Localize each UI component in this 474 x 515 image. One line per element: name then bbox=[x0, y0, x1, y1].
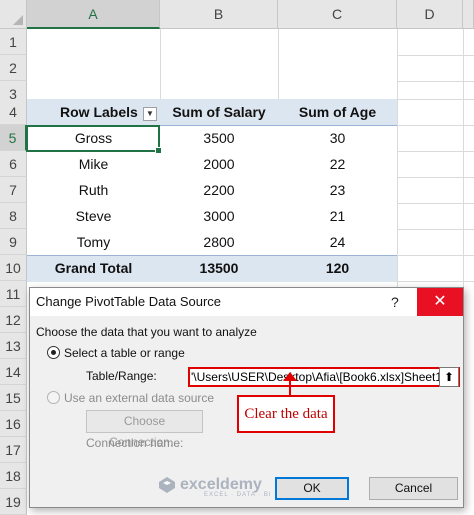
annotation-arrow-line bbox=[289, 379, 291, 395]
pivot-cell-salary[interactable]: 2200 bbox=[160, 177, 278, 203]
column-header-b[interactable]: B bbox=[160, 0, 278, 29]
row-header-12[interactable]: 12 bbox=[0, 307, 27, 333]
column-header-e[interactable] bbox=[463, 0, 474, 29]
row-header-13[interactable]: 13 bbox=[0, 333, 27, 359]
gridline bbox=[397, 255, 474, 256]
external-source-label[interactable]: Use an external data source bbox=[64, 391, 214, 405]
row-header-9[interactable]: 9 bbox=[0, 229, 27, 255]
gridline bbox=[397, 125, 474, 126]
select-table-label[interactable]: Select a table or range bbox=[64, 346, 185, 360]
pivot-cell-label[interactable]: Steve bbox=[27, 203, 160, 229]
row-header-18[interactable]: 18 bbox=[0, 463, 27, 489]
pivot-cell-label[interactable]: Tomy bbox=[27, 229, 160, 255]
gridline bbox=[397, 151, 474, 152]
choose-connection-button[interactable]: Choose Connection... bbox=[86, 410, 203, 449]
row-header-15[interactable]: 15 bbox=[0, 385, 27, 411]
row-header-4[interactable]: 4 bbox=[0, 99, 27, 125]
pivot-cell-salary[interactable]: 3500 bbox=[160, 125, 278, 151]
pivot-cell-label[interactable]: Mike bbox=[27, 151, 160, 177]
row-header-17[interactable]: 17 bbox=[0, 437, 27, 463]
gridline bbox=[278, 29, 279, 99]
dialog-title: Change PivotTable Data Source bbox=[36, 294, 222, 309]
gridline bbox=[397, 177, 474, 178]
select-all-triangle bbox=[13, 15, 23, 25]
gridline bbox=[397, 99, 474, 100]
row-labels-filter-dropdown[interactable]: ▼ bbox=[143, 107, 157, 121]
watermark-name: exceldemy bbox=[180, 476, 262, 493]
exceldemy-watermark: exceldemy EXCEL · DATA · BI bbox=[159, 476, 272, 498]
grand-total-label[interactable]: Grand Total bbox=[27, 255, 160, 281]
connection-name-label: Connection name: bbox=[86, 436, 184, 450]
grand-total-salary[interactable]: 13500 bbox=[160, 255, 278, 281]
gridline bbox=[463, 29, 464, 287]
collapse-dialog-icon[interactable]: ⬆ bbox=[439, 367, 459, 387]
gridline bbox=[397, 281, 474, 282]
row-header-10[interactable]: 10 bbox=[0, 255, 27, 281]
pivot-cell-age[interactable]: 30 bbox=[278, 125, 397, 151]
row-header-6[interactable]: 6 bbox=[0, 151, 27, 177]
gridline bbox=[160, 29, 161, 99]
radio-selected-dot bbox=[51, 350, 56, 355]
external-source-radio[interactable] bbox=[47, 391, 60, 404]
gridline bbox=[397, 29, 398, 287]
row-header-5[interactable]: 5 bbox=[0, 125, 27, 151]
active-cell-selection bbox=[26, 125, 162, 154]
select-all-corner[interactable] bbox=[0, 0, 27, 29]
row-header-16[interactable]: 16 bbox=[0, 411, 27, 437]
annotation-callout: Clear the data bbox=[237, 395, 335, 433]
watermark-tagline: EXCEL · DATA · BI bbox=[204, 492, 272, 498]
pivot-cell-age[interactable]: 23 bbox=[278, 177, 397, 203]
pivot-cell-salary[interactable]: 2800 bbox=[160, 229, 278, 255]
dialog-titlebar[interactable]: Change PivotTable Data Source ? ✕ bbox=[30, 288, 463, 316]
row-header-14[interactable]: 14 bbox=[0, 359, 27, 385]
row-header-19[interactable]: 19 bbox=[0, 489, 27, 515]
row-header-11[interactable]: 11 bbox=[0, 281, 27, 307]
gridline bbox=[397, 229, 474, 230]
select-table-radio[interactable] bbox=[47, 346, 60, 359]
ok-button[interactable]: OK bbox=[275, 477, 349, 500]
column-header-a[interactable]: A bbox=[27, 0, 160, 29]
gridline bbox=[397, 203, 474, 204]
gridline bbox=[397, 81, 474, 82]
row-header-8[interactable]: 8 bbox=[0, 203, 27, 229]
pivot-header-sum-salary: Sum of Salary bbox=[172, 104, 266, 120]
pivot-cell-salary[interactable]: 3000 bbox=[160, 203, 278, 229]
pivot-header-row-labels: Row Labels bbox=[60, 104, 138, 120]
row-header-1[interactable]: 1 bbox=[0, 29, 27, 55]
pivot-cell-label[interactable]: Ruth bbox=[27, 177, 160, 203]
table-range-label: Table/Range: bbox=[86, 369, 157, 383]
gridline bbox=[397, 55, 474, 56]
close-icon[interactable]: ✕ bbox=[417, 288, 463, 316]
pivot-cell-salary[interactable]: 2000 bbox=[160, 151, 278, 177]
exceldemy-logo-icon bbox=[159, 477, 175, 493]
cancel-button[interactable]: Cancel bbox=[369, 477, 458, 500]
dialog-prompt: Choose the data that you want to analyze bbox=[36, 325, 257, 339]
column-header-d[interactable]: D bbox=[397, 0, 463, 29]
pivot-cell-age[interactable]: 22 bbox=[278, 151, 397, 177]
grand-total-age[interactable]: 120 bbox=[278, 255, 397, 281]
pivot-cell-age[interactable]: 21 bbox=[278, 203, 397, 229]
column-header-c[interactable]: C bbox=[278, 0, 397, 29]
fill-handle[interactable] bbox=[155, 147, 162, 154]
table-range-input[interactable]: '\Users\USER\Desktop\Afia\[Book6.xlsx]Sh… bbox=[188, 367, 460, 387]
pivot-header-sum-age: Sum of Age bbox=[298, 104, 377, 120]
pivot-cell-age[interactable]: 24 bbox=[278, 229, 397, 255]
row-header-7[interactable]: 7 bbox=[0, 177, 27, 203]
help-button[interactable]: ? bbox=[391, 294, 399, 310]
row-header-2[interactable]: 2 bbox=[0, 55, 27, 81]
